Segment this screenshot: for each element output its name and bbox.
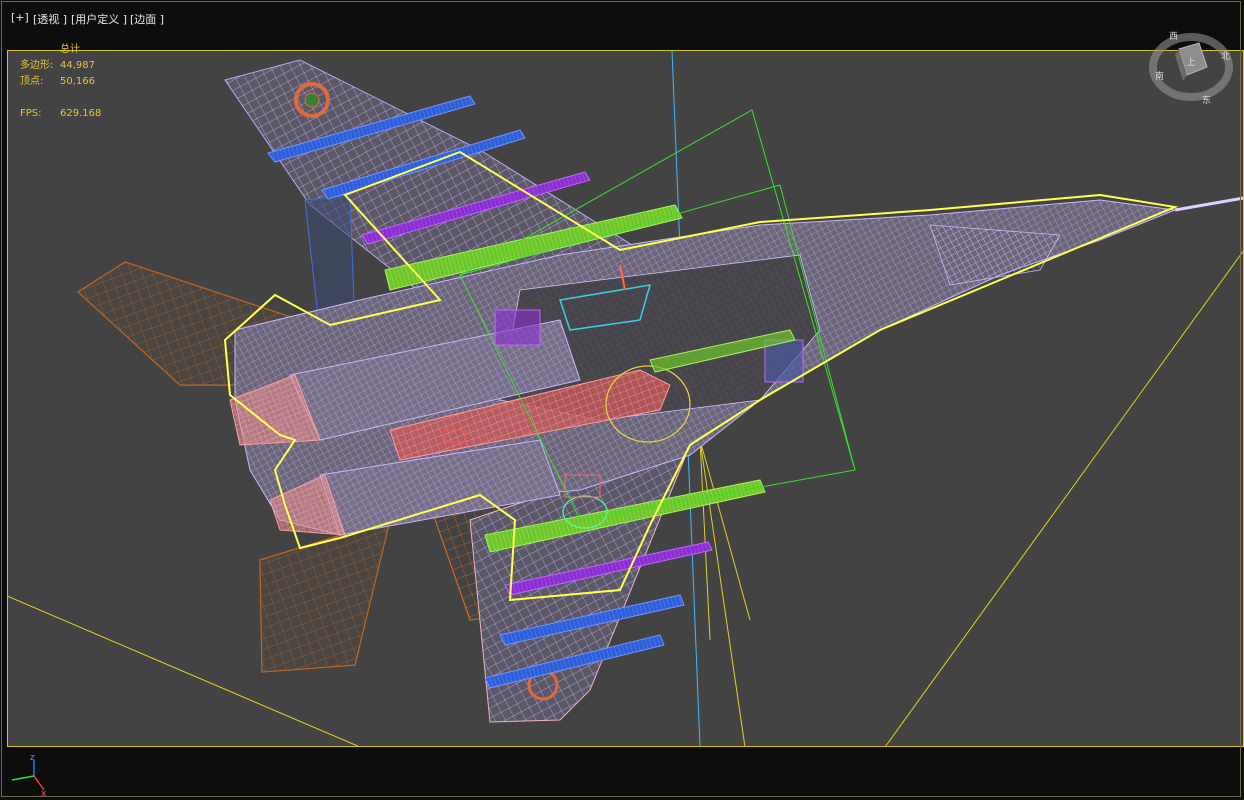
window-border xyxy=(1,1,1241,797)
max-viewport-window: [+] [透视 ] [用户定义 ] [边面 ] 总计 多边形: 44,987 顶… xyxy=(0,0,1244,800)
